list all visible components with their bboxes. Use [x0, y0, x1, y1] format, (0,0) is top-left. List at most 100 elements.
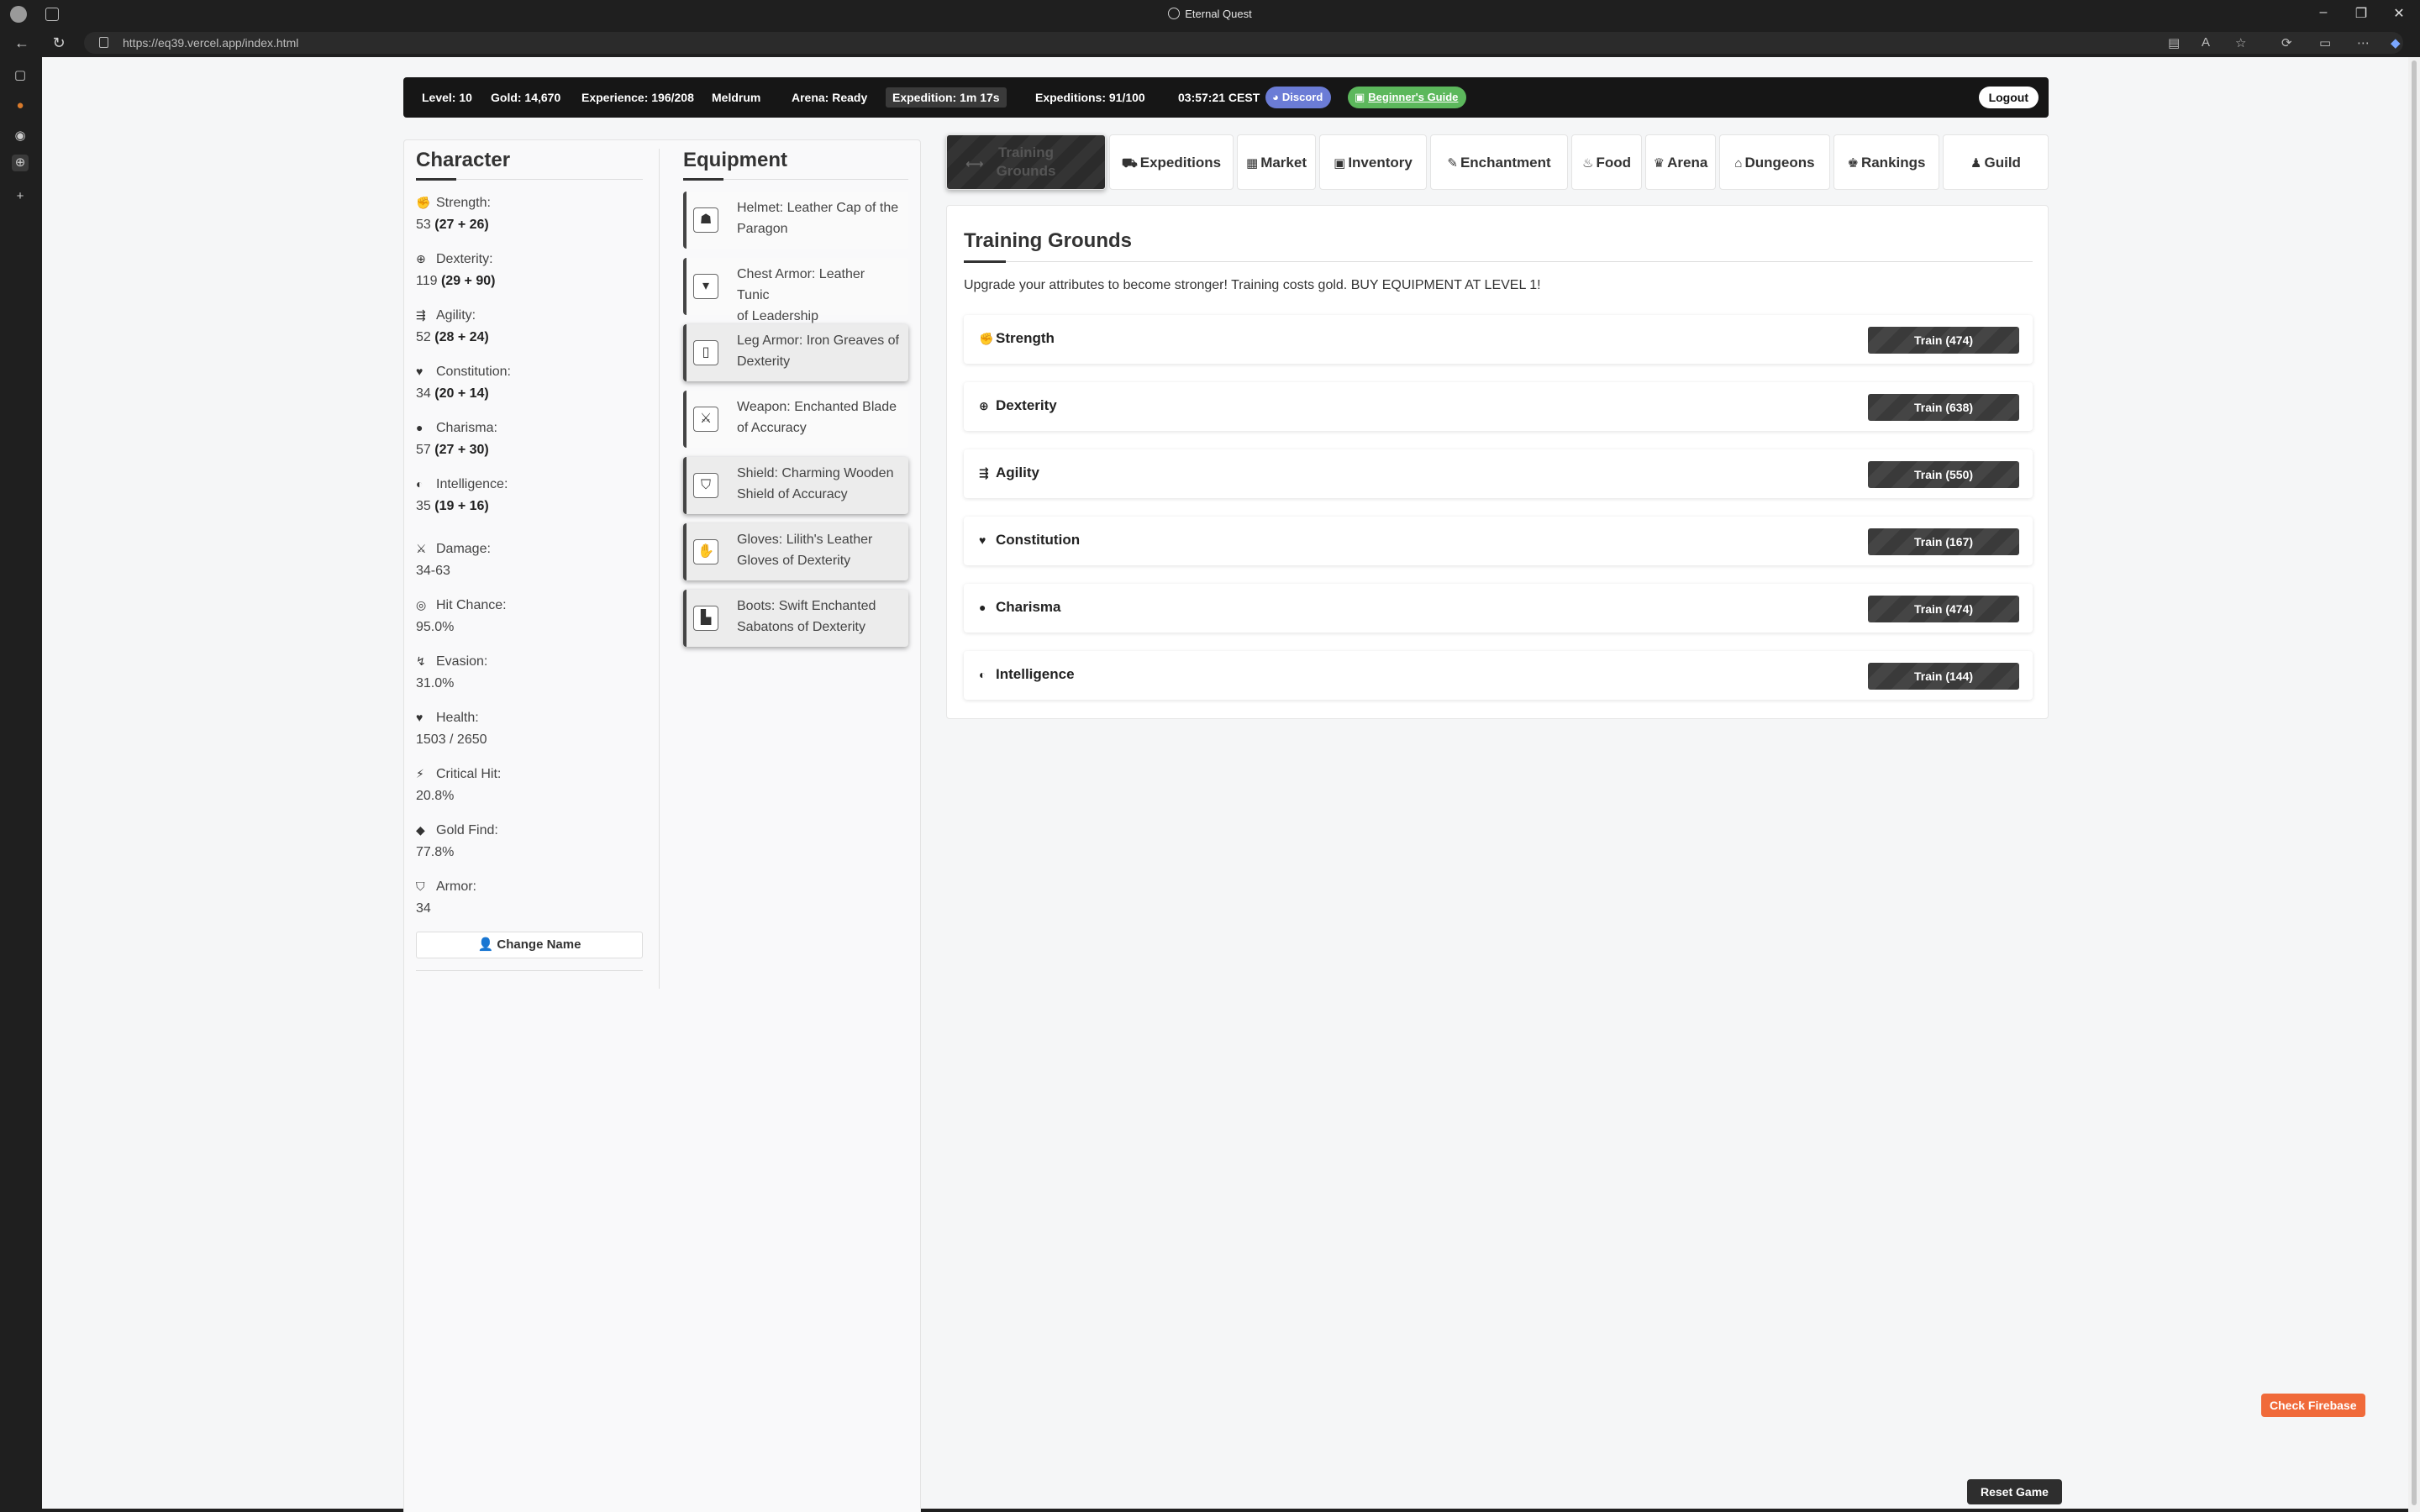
tab-market[interactable]: ▦ Market [1237, 134, 1316, 190]
train-button[interactable]: Train (474) [1868, 327, 2019, 354]
close-button[interactable]: ✕ [2386, 5, 2412, 22]
stat-label-text: Agility: [436, 308, 476, 323]
tab-training-grounds[interactable]: ⟷ Training Grounds [946, 134, 1106, 190]
tab-food[interactable]: ♨ Food [1571, 134, 1642, 190]
equipment-slot[interactable]: ⚔ Weapon: Enchanted Blade of Accuracy [683, 391, 908, 448]
derived-stat-value: 20.8% [416, 789, 455, 803]
derived-stat-item: ⛉ Armor: 34 [416, 875, 643, 920]
expedition-timer: Expedition: 1m 17s [886, 87, 1007, 108]
tab-expeditions[interactable]: ⛟ Expeditions [1109, 134, 1234, 190]
split-screen-icon[interactable]: ▭ [2319, 35, 2331, 50]
tab-arena[interactable]: ♛ Arena [1645, 134, 1716, 190]
stat-label-text: Constitution: [436, 365, 511, 379]
title-underline [964, 260, 1006, 263]
equipment-slot[interactable]: ✋ Gloves: Lilith's Leather Gloves of Dexte… [683, 523, 908, 580]
page-scrollbar[interactable] [2408, 57, 2420, 1512]
logout-button[interactable]: Logout [1978, 87, 2039, 108]
refresh-icon[interactable]: ↻ [49, 34, 69, 52]
user-edit-icon: 👤 [477, 937, 494, 952]
equipment-slot[interactable]: ▙ Boots: Swift Enchanted Sabatons of Dexte… [683, 590, 908, 647]
restore-button[interactable]: ❐ [2349, 5, 2374, 22]
stat-label: ● Charisma: [416, 417, 643, 439]
derived-stat-label: ⛉ Armor: [416, 875, 643, 898]
stat-label: ⇶ Agility: [416, 304, 643, 327]
training-attribute: ✊ Strength [979, 330, 1055, 347]
derived-stat-label: ↯ Evasion: [416, 650, 643, 673]
beginners-guide-button[interactable]: ▣ Beginner's Guide [1348, 87, 1467, 108]
stat-value: 35 (19 + 16) [416, 499, 489, 513]
stat-item: ● Charisma: 57 (27 + 30) [416, 417, 643, 461]
check-firebase-button[interactable]: Check Firebase [2261, 1394, 2365, 1417]
tab-label: Rankings [1860, 155, 1926, 171]
tab-rankings[interactable]: ♚ Rankings [1833, 134, 1939, 190]
extensions-icon[interactable]: ⟳ [2281, 35, 2292, 50]
globe-icon [1168, 8, 1181, 19]
github-icon[interactable]: ◉ [12, 128, 29, 144]
tab-label: Inventory [1348, 155, 1413, 171]
equipment-slot[interactable]: ▾ Chest Armor: Leather Tunic of Leadership [683, 258, 908, 323]
read-aloud-icon[interactable]: A [2202, 35, 2210, 50]
equipment-slot[interactable]: ☗ Helmet: Leather Cap of the Paragon [683, 192, 908, 249]
equipment-slot[interactable]: ⛉ Shield: Charming Wooden Shield of Accura… [683, 457, 908, 514]
back-icon[interactable]: ← [12, 34, 32, 52]
tab-guild[interactable]: ♟ Guild [1943, 134, 2049, 190]
url-field[interactable]: https://eq39.vercel.app/index.html [84, 32, 2403, 54]
add-icon[interactable]: + [12, 188, 29, 205]
scrollbar-thumb[interactable] [2412, 60, 2417, 1505]
stat-base: 53 [416, 218, 431, 232]
running-icon: ⇶ [979, 466, 989, 480]
tab-enchantment[interactable]: ✎ Enchantment [1430, 134, 1568, 190]
train-button[interactable]: Train (638) [1868, 394, 2019, 421]
extension-icon[interactable]: ● [12, 97, 29, 114]
helmet-icon: ☗ [693, 207, 718, 233]
equipment-list: ☗ Helmet: Leather Cap of the Paragon ▾ Chest… [683, 192, 908, 647]
tabs-icon[interactable]: ▢ [12, 67, 29, 84]
stat-label-text: Strength: [436, 196, 491, 210]
copilot-icon[interactable]: ◆ [2391, 35, 2401, 50]
web-icon[interactable]: ⊕ [12, 155, 29, 171]
stat-value: 57 (27 + 30) [416, 443, 489, 457]
stat-value: 52 (28 + 24) [416, 330, 489, 344]
derived-stat-label-text: Health: [436, 711, 479, 725]
train-button[interactable]: Train (144) [1868, 663, 2019, 690]
favorite-icon[interactable]: ☆ [2235, 35, 2246, 50]
tab-label: Expeditions [1139, 155, 1222, 171]
stat-item: ✊ Strength: 53 (27 + 26) [416, 192, 643, 236]
more-icon[interactable]: ⋯ [2357, 35, 2370, 50]
derived-stat-label: ⚡ Critical Hit: [416, 763, 643, 785]
tab-label: Arena [1667, 155, 1708, 171]
change-name-button[interactable]: 👤 Change Name [416, 932, 643, 958]
reset-game-button[interactable]: Reset Game [1967, 1479, 2062, 1504]
gem-icon: ◆ [416, 823, 425, 837]
train-button[interactable]: Train (474) [1868, 596, 2019, 622]
stat-label: ◐ Intelligence: [416, 473, 643, 496]
tab-dungeons[interactable]: ⌂ Dungeons [1719, 134, 1830, 190]
discord-icon: ◕ [1272, 91, 1279, 103]
equipment-line-2: Shield of Accuracy [737, 487, 848, 501]
stat-breakdown: (27 + 26) [434, 218, 489, 232]
stat-label-text: Intelligence: [436, 477, 508, 491]
derived-stat-label-text: Armor: [436, 879, 476, 894]
minimize-button[interactable]: – [2311, 5, 2336, 20]
box-icon: ▣ [1334, 156, 1346, 171]
derived-stat-label-text: Hit Chance: [436, 598, 507, 612]
train-button[interactable]: Train (167) [1868, 528, 2019, 555]
equipment-line-1: Leg Armor: Iron Greaves of [737, 333, 899, 348]
stats-gap [416, 529, 643, 538]
map-icon: ⛟ [1121, 156, 1138, 171]
read-mode-icon[interactable]: ▤ [2168, 35, 2180, 50]
stat-label: ⊕ Dexterity: [416, 248, 643, 270]
stat-base: 52 [416, 330, 431, 344]
tab-inventory[interactable]: ▣ Inventory [1319, 134, 1427, 190]
discord-button[interactable]: ◕ Discord [1265, 87, 1332, 108]
experience-stat: Experience: 196/208 [581, 91, 694, 104]
derived-stat-value: 1503 / 2650 [416, 732, 487, 747]
training-attribute-name: Dexterity [996, 397, 1057, 413]
derived-stat-value: 34-63 [416, 564, 450, 578]
train-button[interactable]: Train (550) [1868, 461, 2019, 488]
stat-value: 119 (29 + 90) [416, 274, 495, 288]
equipment-slot[interactable]: ▯ Leg Armor: Iron Greaves of Dexterity [683, 324, 908, 381]
stat-label-text: Dexterity: [436, 252, 493, 266]
address-bar-row: ← ↻ https://eq39.vercel.app/index.html ▤… [0, 29, 2420, 57]
training-row: ● Charisma Train (474) [964, 584, 2033, 633]
